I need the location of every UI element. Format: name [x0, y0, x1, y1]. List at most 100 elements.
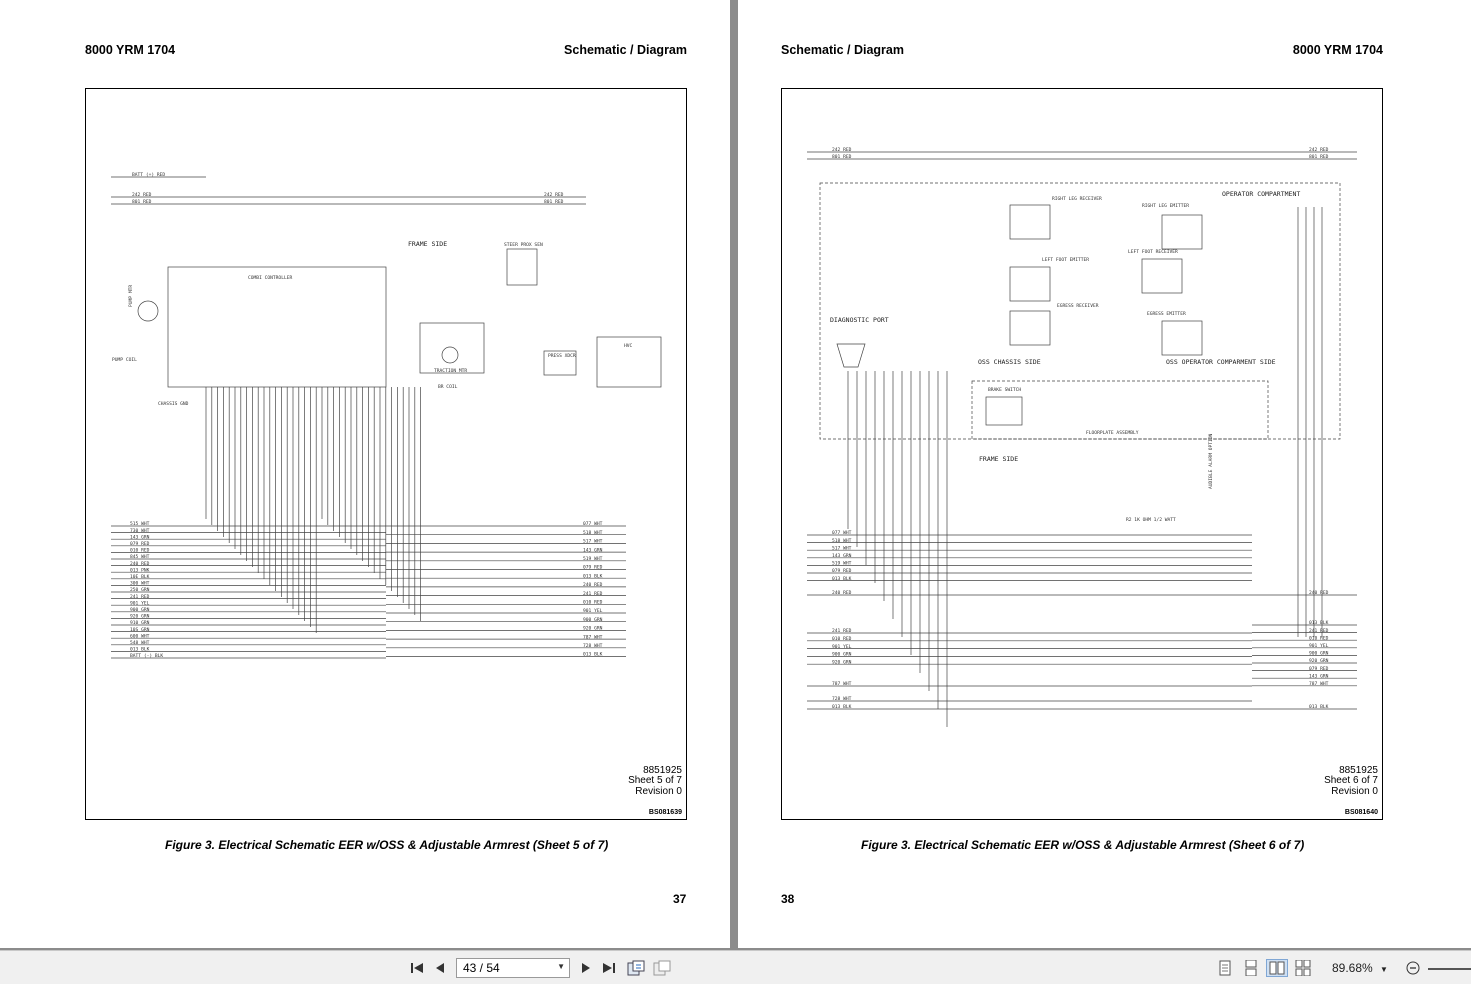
- operator-compartment-label: OPERATOR COMPARTMENT: [1222, 190, 1300, 198]
- zoom-value: 89.68%: [1332, 961, 1373, 975]
- page-header-right: 8000 YRM 1704: [1292, 43, 1383, 57]
- wire-label: 013 BLK: [832, 704, 852, 710]
- wire-label: 900 GRN: [583, 617, 603, 623]
- sheet-info: 8851925 Sheet 5 of 7 Revision 0: [628, 765, 682, 798]
- wire-label: 900 GRN: [1309, 651, 1329, 657]
- wire-label: 901 YEL: [832, 644, 852, 650]
- prev-page-icon[interactable]: [432, 959, 448, 977]
- wire-label: 300 WHT: [130, 581, 150, 587]
- wire-label: 013 BLK: [130, 647, 150, 653]
- wire-label: 515 WHT: [130, 521, 150, 527]
- hvc-label: HVC: [624, 343, 633, 349]
- wire-label: 519 WHT: [832, 561, 852, 567]
- wire-label: 240 RED: [130, 561, 150, 567]
- wire-label: 250 GRN: [130, 587, 150, 593]
- wire-label: 143 GRN: [832, 553, 852, 559]
- wire-label: 517 WHT: [832, 545, 852, 551]
- wire-label: 801 RED: [1309, 154, 1329, 160]
- egress-emitter-label: EGRESS EMITTER: [1147, 311, 1186, 317]
- zoom-dropdown-icon[interactable]: ▼: [1380, 965, 1388, 974]
- wire-label: 013 PNK: [130, 567, 150, 573]
- diagnostic-port-symbol: [836, 343, 866, 368]
- schematic-drawing: BATT (+) RED242 RED 242 RED801 RED 801 RED…: [111, 172, 662, 659]
- wire-label: 242 RED: [132, 192, 152, 198]
- page-number: 37: [673, 892, 687, 906]
- sheet-number: Sheet 6 of 7: [1324, 775, 1378, 786]
- fit-width-icon[interactable]: [652, 959, 672, 977]
- wire-label: 901 YEL: [1309, 643, 1329, 649]
- wire-label: 518 WHT: [832, 538, 852, 544]
- wire-label: 077 WHT: [832, 530, 852, 536]
- right-leg-emitter-label: RIGHT LEG EMITTER: [1142, 203, 1189, 209]
- two-page-continuous-icon[interactable]: [1294, 959, 1312, 977]
- wire-label: 240 RED: [583, 582, 603, 588]
- wire-label: 013 BLK: [1309, 620, 1329, 626]
- operator-compartment-box: [819, 182, 1341, 440]
- sensor-box: [1161, 320, 1203, 356]
- traction-motor-box: [419, 322, 485, 374]
- wire-label: 728 WHT: [832, 696, 852, 702]
- page-number-value: 43 / 54: [463, 961, 500, 975]
- wire-label: 241 RED: [583, 591, 603, 597]
- next-page-icon[interactable]: [578, 959, 594, 977]
- sensor-box: [1009, 266, 1051, 302]
- page-number-field[interactable]: 43 / 54 ▼: [456, 958, 570, 978]
- wire-label: 079 RED: [583, 565, 603, 571]
- egress-receiver-label: EGRESS RECEIVER: [1057, 303, 1099, 309]
- wire-label: 787 WHT: [832, 681, 852, 687]
- frame-side-label: FRAME SIDE: [979, 455, 1018, 463]
- sheet-info: 8851925 Sheet 6 of 7 Revision 0: [1324, 765, 1378, 798]
- wire-label: 787 WHT: [1309, 681, 1329, 687]
- document-viewport[interactable]: 8000 YRM 1704 Schematic / Diagram BATT (…: [0, 0, 1471, 950]
- wire-label: BATT (-) BLK: [130, 653, 163, 659]
- wire-label: 079 RED: [832, 568, 852, 574]
- wire-label: 241 RED: [130, 594, 150, 600]
- wire-label: 079 RED: [130, 541, 150, 547]
- diagnostic-port-label: DIAGNOSTIC PORT: [830, 316, 889, 324]
- wire-label: 242 RED: [544, 192, 564, 198]
- figure-code: BS081640: [1344, 809, 1378, 816]
- single-page-icon[interactable]: [1216, 959, 1234, 977]
- right-leg-receiver-label: RIGHT LEG RECEIVER: [1052, 196, 1102, 202]
- steer-prox-label: STEER PROX SEN: [504, 242, 543, 248]
- brake-switch-label: BRAKE SWITCH: [988, 387, 1021, 393]
- pump-motor-symbol: [137, 300, 159, 322]
- wire-label: 518 WHT: [583, 530, 603, 536]
- page-header-left: 8000 YRM 1704: [85, 43, 176, 57]
- figure-caption: Figure 3. Electrical Schematic EER w/OSS…: [165, 838, 609, 852]
- schematic-frame: 242 RED 242 RED 801 RED 801 RED OPERATOR COM…: [781, 88, 1383, 820]
- combi-label: COMBI CONTROLLER: [248, 275, 292, 281]
- first-page-icon[interactable]: [408, 959, 426, 977]
- continuous-icon[interactable]: [1242, 959, 1260, 977]
- wire-label: 077 WHT: [583, 521, 603, 527]
- traction-motor-symbol: [441, 346, 459, 364]
- wire-label: 010 RED: [832, 636, 852, 642]
- wire-label: 910 GRN: [130, 620, 150, 626]
- page-header-left: Schematic / Diagram: [781, 43, 904, 57]
- zoom-out-icon[interactable]: [1404, 959, 1422, 977]
- sensor-box: [1009, 310, 1051, 346]
- zoom-slider[interactable]: [1428, 968, 1471, 970]
- press-xdcr-label: PRESS XDCR: [548, 353, 576, 359]
- floorplate-label: FLOORPLATE ASSEMBLY: [1086, 430, 1139, 436]
- sensor-box: [1141, 258, 1183, 294]
- last-page-icon[interactable]: [600, 959, 618, 977]
- wire-label: 900 GRN: [832, 652, 852, 658]
- fit-page-icon[interactable]: [626, 959, 646, 977]
- revision: Revision 0: [1331, 785, 1378, 797]
- wire-label: 920 GRN: [1309, 658, 1329, 664]
- steer-prox-box: [506, 248, 538, 286]
- chevron-down-icon[interactable]: ▼: [557, 962, 565, 971]
- wire-label: 728 WHT: [583, 643, 603, 649]
- sheet-number: Sheet 5 of 7: [628, 775, 682, 786]
- pump-coil-label: PUMP COIL: [112, 357, 137, 363]
- combi-controller-box: [167, 266, 387, 388]
- oss-operator-side-label: OSS OPERATOR COMPARMENT SIDE: [1166, 358, 1276, 366]
- schematic-drawing: 242 RED 242 RED801 RED 801 REDOPERATOR COM…: [807, 147, 1357, 727]
- wire-label: 013 BLK: [1309, 704, 1329, 710]
- two-page-icon[interactable]: [1266, 959, 1288, 977]
- wire-label: 920 GRN: [130, 614, 150, 620]
- wire-label: 241 RED: [1309, 628, 1329, 634]
- zoom-level[interactable]: 89.68% ▼: [1332, 961, 1388, 975]
- wire-label: 900 GRN: [130, 607, 150, 613]
